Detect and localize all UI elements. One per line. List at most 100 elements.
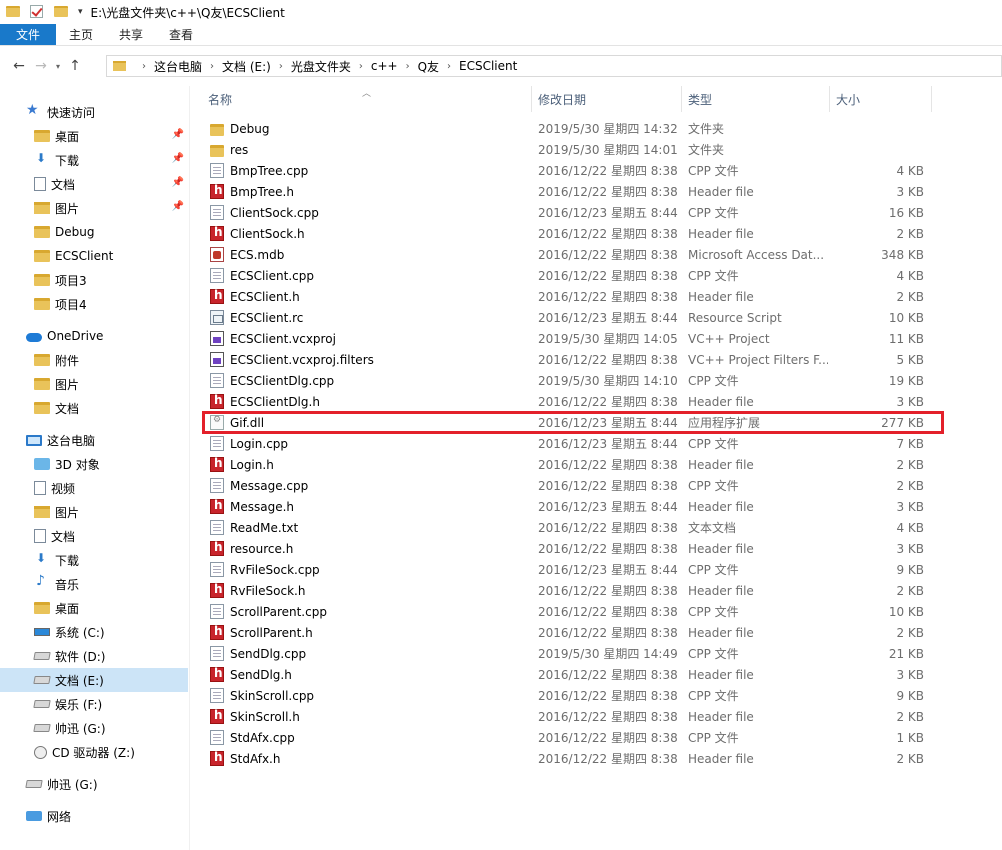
sidebar-item[interactable]: Debug bbox=[0, 220, 188, 244]
file-row[interactable]: SendDlg.h 2016/12/22 星期四 8:38 Header file 3… bbox=[202, 664, 942, 685]
forward-arrow-icon[interactable]: → bbox=[30, 55, 52, 77]
sidebar-item[interactable]: 帅迅 (G:) bbox=[0, 716, 188, 740]
sidebar-item[interactable]: 文档 bbox=[0, 524, 188, 548]
file-row[interactable]: ECSClientDlg.h 2016/12/22 星期四 8:38 Header … bbox=[202, 391, 942, 412]
header-file-icon bbox=[210, 582, 224, 598]
sidebar-item[interactable]: OneDrive bbox=[0, 324, 188, 348]
pin-icon[interactable]: 📌 bbox=[172, 177, 184, 188]
breadcrumb-this-pc[interactable]: 这台电脑 bbox=[154, 58, 202, 75]
breadcrumb-disc-folder[interactable]: 光盘文件夹 bbox=[291, 58, 351, 75]
file-row[interactable]: ReadMe.txt 2016/12/22 星期四 8:38 文本文档 4 KB bbox=[202, 517, 942, 538]
sidebar-item[interactable]: 快速访问 bbox=[0, 100, 188, 124]
chevron-right-icon[interactable]: › bbox=[210, 61, 214, 72]
sidebar-item-label: 桌面 bbox=[55, 601, 80, 616]
column-header-date[interactable]: 修改日期 bbox=[532, 86, 682, 112]
file-row[interactable]: Message.h 2016/12/23 星期五 8:44 Header file 3… bbox=[202, 496, 942, 517]
sidebar-item[interactable]: 文档 (E:) bbox=[0, 668, 188, 692]
file-type: Header file bbox=[688, 541, 754, 556]
file-row[interactable]: SendDlg.cpp 2019/5/30 星期四 14:49 CPP 文件 21 K… bbox=[202, 643, 942, 664]
file-row[interactable]: ECSClient.vcxproj 2019/5/30 星期四 14:05 VC++… bbox=[202, 328, 942, 349]
file-row[interactable]: SkinScroll.cpp 2016/12/22 星期四 8:38 CPP 文件 9… bbox=[202, 685, 942, 706]
chevron-right-icon[interactable]: › bbox=[406, 61, 410, 72]
sidebar-item[interactable]: 文档 bbox=[0, 396, 188, 420]
sidebar-item[interactable]: 桌面 bbox=[0, 596, 188, 620]
file-type: Resource Script bbox=[688, 310, 782, 325]
file-row[interactable]: RvFileSock.h 2016/12/22 星期四 8:38 Header fi… bbox=[202, 580, 942, 601]
file-row[interactable]: resource.h 2016/12/22 星期四 8:38 Header file… bbox=[202, 538, 942, 559]
file-row[interactable]: Login.h 2016/12/22 星期四 8:38 Header file 2 K… bbox=[202, 454, 942, 475]
file-row[interactable]: ECSClient.rc 2016/12/23 星期五 8:44 Resource … bbox=[202, 307, 942, 328]
up-arrow-icon[interactable]: ↑ bbox=[64, 55, 86, 77]
sidebar-item[interactable]: 桌面 📌 bbox=[0, 124, 188, 148]
recent-locations-dropdown-icon[interactable]: ▾ bbox=[52, 62, 64, 71]
file-size: 2 KB bbox=[896, 751, 924, 766]
file-row[interactable]: Message.cpp 2016/12/22 星期四 8:38 CPP 文件 2 KB bbox=[202, 475, 942, 496]
sidebar-item[interactable]: 下载 📌 bbox=[0, 148, 188, 172]
sidebar-item[interactable]: 这台电脑 bbox=[0, 428, 188, 452]
sidebar-item[interactable]: 附件 bbox=[0, 348, 188, 372]
file-row[interactable]: RvFileSock.cpp 2016/12/23 星期五 8:44 CPP 文件 9… bbox=[202, 559, 942, 580]
file-row[interactable]: StdAfx.h 2016/12/22 星期四 8:38 Header file 2 … bbox=[202, 748, 942, 769]
ribbon-tab-home[interactable]: 主页 bbox=[56, 24, 106, 45]
pin-icon[interactable]: 📌 bbox=[172, 201, 184, 212]
ribbon-tab-view[interactable]: 查看 bbox=[156, 24, 206, 45]
file-row[interactable]: StdAfx.cpp 2016/12/22 星期四 8:38 CPP 文件 1 KB bbox=[202, 727, 942, 748]
sidebar-item[interactable]: 3D 对象 bbox=[0, 452, 188, 476]
file-date: 2016/12/22 星期四 8:38 bbox=[538, 668, 678, 682]
chevron-right-icon[interactable]: › bbox=[142, 61, 146, 72]
sidebar-item[interactable]: 娱乐 (F:) bbox=[0, 692, 188, 716]
breadcrumb-cpp[interactable]: c++ bbox=[371, 59, 398, 73]
file-size: 4 KB bbox=[896, 268, 924, 283]
file-row[interactable]: Login.cpp 2016/12/23 星期五 8:44 CPP 文件 7 KB bbox=[202, 433, 942, 454]
breadcrumb-drive-e[interactable]: 文档 (E:) bbox=[222, 58, 271, 75]
sidebar-item[interactable]: 帅迅 (G:) bbox=[0, 772, 188, 796]
file-row[interactable]: ECS.mdb 2016/12/22 星期四 8:38 Microsoft Acce… bbox=[202, 244, 942, 265]
sidebar-item[interactable]: 图片 📌 bbox=[0, 196, 188, 220]
sidebar-item[interactable]: 下载 bbox=[0, 548, 188, 572]
file-row[interactable]: ClientSock.cpp 2016/12/23 星期五 8:44 CPP 文件 1… bbox=[202, 202, 942, 223]
properties-check-icon[interactable] bbox=[30, 5, 44, 19]
sidebar-item[interactable]: 图片 bbox=[0, 372, 188, 396]
file-row[interactable]: ScrollParent.h 2016/12/22 星期四 8:38 Header … bbox=[202, 622, 942, 643]
file-row[interactable]: ECSClientDlg.cpp 2019/5/30 星期四 14:10 CPP 文… bbox=[202, 370, 942, 391]
file-row[interactable]: ScrollParent.cpp 2016/12/22 星期四 8:38 CPP 文… bbox=[202, 601, 942, 622]
new-folder-icon[interactable] bbox=[54, 5, 68, 19]
file-row[interactable]: ClientSock.h 2016/12/22 星期四 8:38 Header fi… bbox=[202, 223, 942, 244]
file-name-cell: RvFileSock.h bbox=[210, 580, 530, 601]
column-header-type[interactable]: 类型 bbox=[682, 86, 830, 112]
sidebar-item[interactable]: 文档 📌 bbox=[0, 172, 188, 196]
chevron-right-icon[interactable]: › bbox=[279, 61, 283, 72]
sidebar-item[interactable]: 项目4 bbox=[0, 292, 188, 316]
file-row[interactable]: ECSClient.h 2016/12/22 星期四 8:38 Header fil… bbox=[202, 286, 942, 307]
file-row[interactable]: BmpTree.h 2016/12/22 星期四 8:38 Header file 3… bbox=[202, 181, 942, 202]
file-row[interactable]: BmpTree.cpp 2016/12/22 星期四 8:38 CPP 文件 4 KB bbox=[202, 160, 942, 181]
file-row[interactable]: SkinScroll.h 2016/12/22 星期四 8:38 Header fi… bbox=[202, 706, 942, 727]
file-row[interactable]: res 2019/5/30 星期四 14:01 文件夹 bbox=[202, 139, 942, 160]
file-row[interactable]: ECSClient.cpp 2016/12/22 星期四 8:38 CPP 文件 4 … bbox=[202, 265, 942, 286]
sidebar-item[interactable]: 音乐 bbox=[0, 572, 188, 596]
sidebar-item[interactable]: ECSClient bbox=[0, 244, 188, 268]
file-size: 9 KB bbox=[896, 562, 924, 577]
sidebar-item[interactable]: 项目3 bbox=[0, 268, 188, 292]
sidebar-item[interactable]: 系统 (C:) bbox=[0, 620, 188, 644]
sidebar-item[interactable]: 软件 (D:) bbox=[0, 644, 188, 668]
ribbon-tab-file[interactable]: 文件 bbox=[0, 24, 56, 45]
sidebar-item[interactable]: 图片 bbox=[0, 500, 188, 524]
sidebar-item[interactable]: 网络 bbox=[0, 804, 188, 828]
pin-icon[interactable]: 📌 bbox=[172, 153, 184, 164]
sidebar-item[interactable]: 视频 bbox=[0, 476, 188, 500]
pin-icon[interactable]: 📌 bbox=[172, 129, 184, 140]
chevron-right-icon[interactable]: › bbox=[359, 61, 363, 72]
file-row[interactable]: ECSClient.vcxproj.filters 2016/12/22 星期四 … bbox=[202, 349, 942, 370]
sidebar-item[interactable]: CD 驱动器 (Z:) bbox=[0, 740, 188, 764]
back-arrow-icon[interactable]: ← bbox=[8, 55, 30, 77]
breadcrumb-ecsclient[interactable]: ECSClient bbox=[459, 59, 517, 73]
sidebar-item-label: 这台电脑 bbox=[47, 433, 96, 448]
customize-quick-access-dropdown-icon[interactable]: ▾ bbox=[78, 7, 83, 17]
column-header-size[interactable]: 大小 bbox=[830, 86, 932, 112]
ribbon-tab-share[interactable]: 共享 bbox=[106, 24, 156, 45]
file-row[interactable]: Debug 2019/5/30 星期四 14:32 文件夹 bbox=[202, 118, 942, 139]
address-bar[interactable]: › 这台电脑 › 文档 (E:) › 光盘文件夹 › c++ › Q友 › EC… bbox=[106, 55, 1002, 77]
chevron-right-icon[interactable]: › bbox=[447, 61, 451, 72]
breadcrumb-qyou[interactable]: Q友 bbox=[418, 58, 439, 75]
